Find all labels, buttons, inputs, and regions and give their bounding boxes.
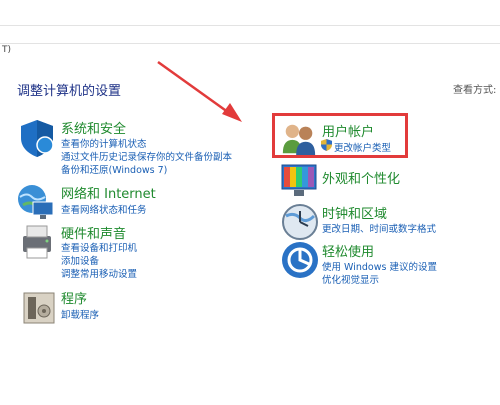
printer-icon bbox=[23, 225, 51, 259]
link-devices-printers[interactable]: 查看设备和打印机 bbox=[61, 240, 137, 254]
link-backup-restore[interactable]: 备份和还原(Windows 7) bbox=[61, 162, 167, 176]
network-globe-icon bbox=[18, 185, 54, 219]
view-by-label[interactable]: 查看方式: bbox=[453, 81, 496, 96]
category-title-clock-region[interactable]: 时钟和区域 bbox=[322, 203, 387, 222]
link-change-date-time-format[interactable]: 更改日期、时间或数字格式 bbox=[322, 221, 436, 235]
toolbar-rule bbox=[0, 43, 500, 44]
link-uninstall-program[interactable]: 卸载程序 bbox=[61, 307, 99, 321]
clock-globe-icon bbox=[282, 204, 318, 240]
page-title: 调整计算机的设置 bbox=[17, 84, 122, 99]
top-rule bbox=[0, 25, 500, 26]
link-mobility-settings[interactable]: 调整常用移动设置 bbox=[61, 266, 137, 280]
link-view-computer-status[interactable]: 查看你的计算机状态 bbox=[61, 136, 147, 150]
link-optimize-visual-display[interactable]: 优化视觉显示 bbox=[322, 272, 379, 286]
link-windows-recommended-settings[interactable]: 使用 Windows 建议的设置 bbox=[322, 259, 437, 273]
category-title-programs[interactable]: 程序 bbox=[61, 288, 87, 307]
category-title-appearance[interactable]: 外观和个性化 bbox=[322, 168, 400, 187]
annotation-highlight-box bbox=[272, 113, 408, 158]
programs-box-icon bbox=[23, 292, 55, 324]
category-title-system-security[interactable]: 系统和安全 bbox=[61, 118, 126, 137]
display-palette-icon bbox=[281, 164, 317, 196]
category-title-network-internet[interactable]: 网络和 Internet bbox=[61, 183, 156, 202]
link-add-device[interactable]: 添加设备 bbox=[61, 253, 99, 267]
menu-stub: T) bbox=[2, 45, 12, 55]
shield-icon bbox=[21, 120, 54, 157]
category-title-ease-of-access[interactable]: 轻松使用 bbox=[322, 241, 374, 260]
ease-of-access-icon bbox=[282, 242, 318, 278]
link-view-network-status[interactable]: 查看网络状态和任务 bbox=[61, 202, 147, 216]
link-file-history-backup[interactable]: 通过文件历史记录保存你的文件备份副本 bbox=[61, 149, 232, 163]
